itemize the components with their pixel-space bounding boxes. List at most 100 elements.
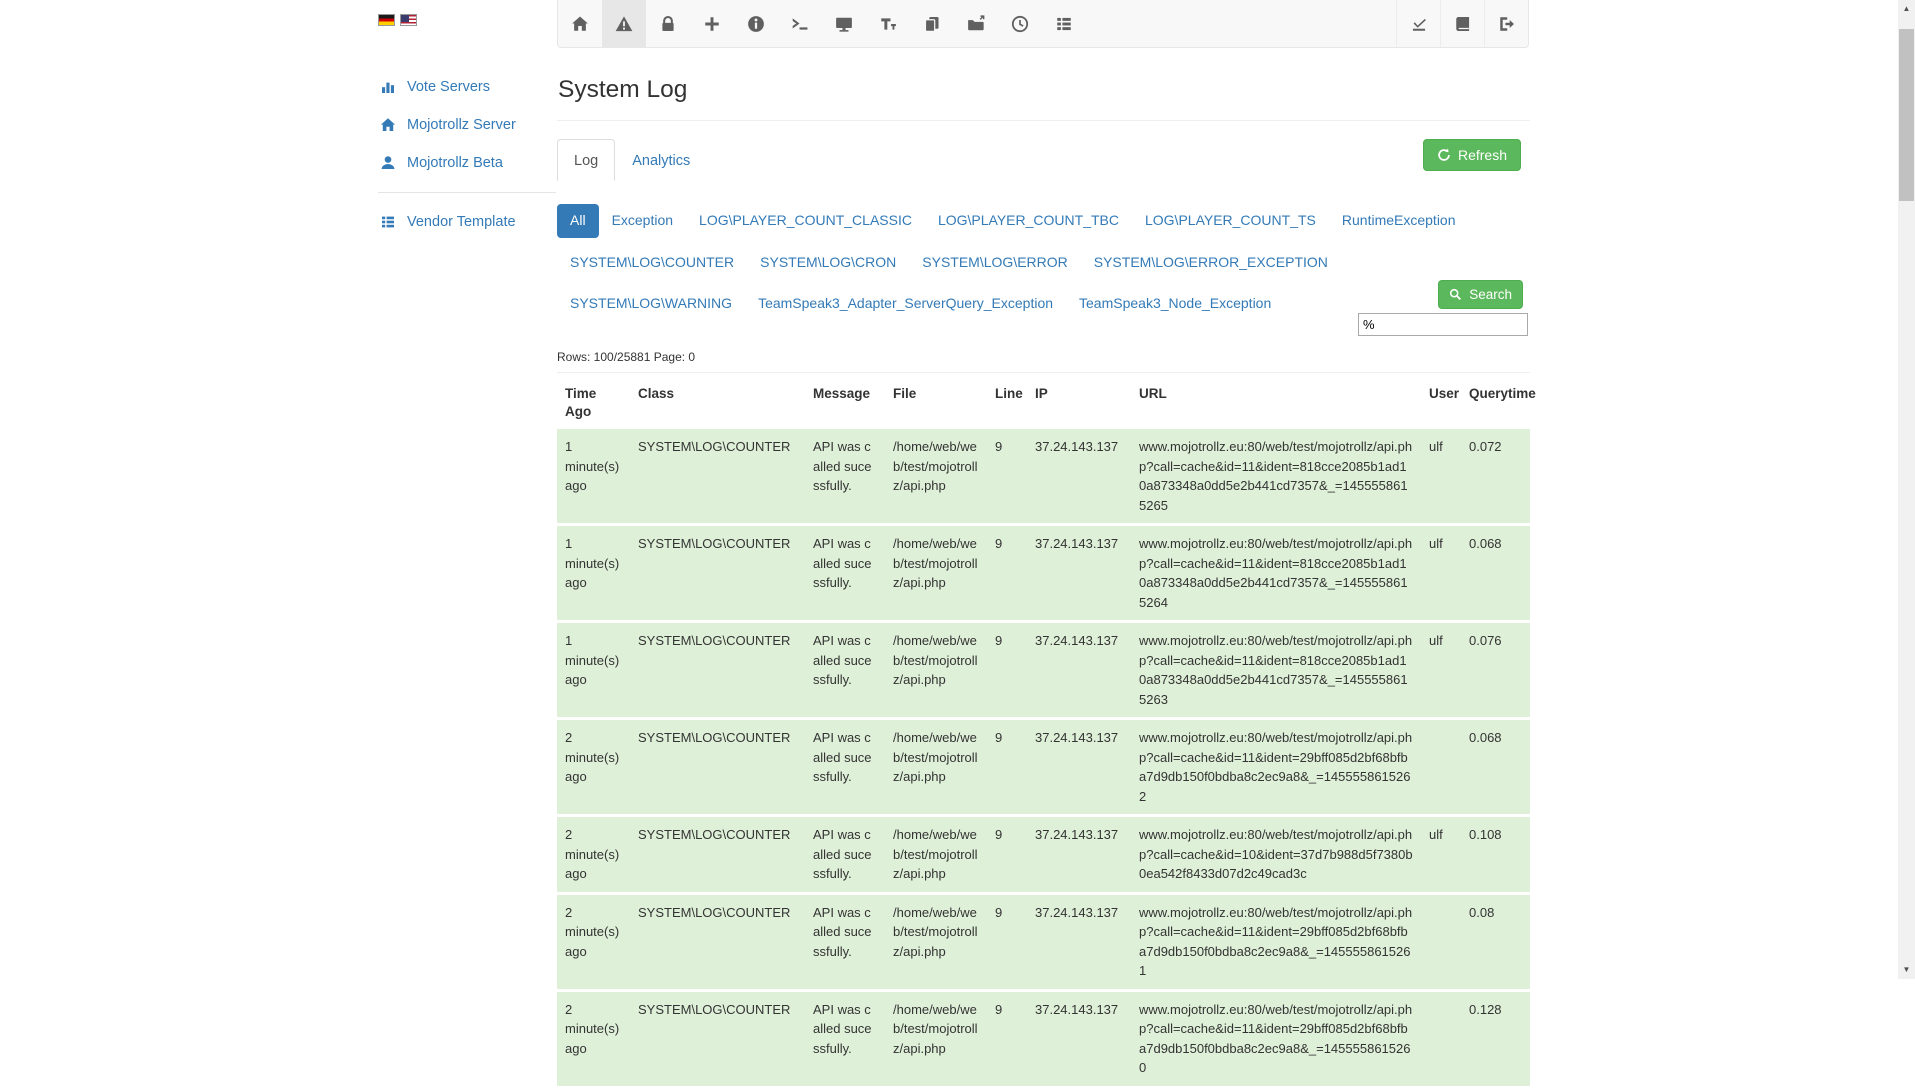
cell-class: SYSTEM\LOG\COUNTER [630, 895, 805, 989]
cell-line: 9 [987, 895, 1027, 989]
search-icon [1449, 288, 1462, 301]
tab-log[interactable]: Log [557, 139, 615, 181]
navbar-item-book[interactable] [1440, 0, 1484, 47]
navbar-item-home[interactable] [558, 0, 602, 47]
german-flag[interactable] [378, 14, 395, 26]
filter-system-log-error[interactable]: SYSTEM\LOG\ERROR [909, 246, 1080, 280]
filter-all[interactable]: All [557, 204, 599, 238]
navbar-item-history[interactable] [998, 0, 1042, 47]
scrollbar-thumb[interactable] [1899, 29, 1914, 201]
book-icon [1454, 15, 1472, 33]
cell-class: SYSTEM\LOG\COUNTER [630, 623, 805, 717]
cell-querytime: 0.128 [1461, 992, 1530, 1086]
cell-time_ago: 1 minute(s) ago [557, 526, 630, 620]
cell-ip: 37.24.143.137 [1027, 623, 1131, 717]
refresh-button-label: Refresh [1458, 147, 1507, 163]
cell-line: 9 [987, 623, 1027, 717]
column-header-line: Line [987, 379, 1027, 426]
filter-system-log-counter[interactable]: SYSTEM\LOG\COUNTER [557, 246, 747, 280]
warning-icon [615, 15, 633, 33]
filter-teamspeak3-node-exception[interactable]: TeamSpeak3_Node_Exception [1066, 287, 1284, 321]
cell-line: 9 [987, 817, 1027, 892]
cell-message: API was called sucessfully. [805, 817, 885, 892]
main-content: System Log Log Analytics Refresh AllExce… [557, 48, 1530, 1089]
cell-url: www.mojotrollz.eu:80/web/test/mojotrollz… [1131, 623, 1421, 717]
sidebar-item-label: Vote Servers [407, 79, 490, 95]
cell-message: API was called sucessfully. [805, 992, 885, 1086]
column-header-querytime: Querytime [1461, 379, 1530, 426]
cell-file: /home/web/web/test/mojotrollz/api.php [885, 992, 987, 1086]
vertical-scrollbar: ▲ ▼ [1898, 0, 1915, 979]
info-icon [747, 15, 765, 33]
table-divider [557, 372, 1530, 373]
navbar-item-text[interactable] [866, 0, 910, 47]
cell-url: www.mojotrollz.eu:80/web/test/mojotrollz… [1131, 895, 1421, 989]
tab-bar: Log Analytics Refresh [557, 139, 1530, 181]
folder-export-icon [967, 15, 985, 33]
navbar-item-logout[interactable] [1484, 0, 1528, 47]
us-flag[interactable] [400, 14, 417, 26]
filter-log-player-count-ts[interactable]: LOG\PLAYER_COUNT_TS [1132, 204, 1329, 238]
search-button-label: Search [1469, 287, 1512, 302]
cell-user [1421, 720, 1461, 814]
navbar-item-add[interactable] [690, 0, 734, 47]
filter-teamspeak3-adapter-serverquery-exception[interactable]: TeamSpeak3_Adapter_ServerQuery_Exception [745, 287, 1066, 321]
search-button[interactable]: Search [1438, 280, 1523, 309]
filter-system-log-cron[interactable]: SYSTEM\LOG\CRON [747, 246, 909, 280]
cell-querytime: 0.068 [1461, 526, 1530, 620]
filter-system-log-error-exception[interactable]: SYSTEM\LOG\ERROR_EXCEPTION [1081, 246, 1341, 280]
cell-line: 9 [987, 526, 1027, 620]
cell-querytime: 0.076 [1461, 623, 1530, 717]
navbar-item-folder[interactable] [954, 0, 998, 47]
cell-time_ago: 1 minute(s) ago [557, 429, 630, 523]
navbar-item-terminal[interactable] [778, 0, 822, 47]
filter-log-player-count-tbc[interactable]: LOG\PLAYER_COUNT_TBC [925, 204, 1132, 238]
cell-user: ulf [1421, 817, 1461, 892]
table-header-row: Time AgoClassMessageFileLineIPURLUserQue… [557, 379, 1530, 426]
cell-class: SYSTEM\LOG\COUNTER [630, 429, 805, 523]
cell-ip: 37.24.143.137 [1027, 817, 1131, 892]
cell-time_ago: 2 minute(s) ago [557, 817, 630, 892]
cell-url: www.mojotrollz.eu:80/web/test/mojotrollz… [1131, 992, 1421, 1086]
sidebar-item-mojotrollz-server[interactable]: Mojotrollz Server [378, 106, 556, 144]
column-header-file: File [885, 379, 987, 426]
lock-icon [659, 15, 677, 33]
terminal-icon [791, 15, 809, 33]
navbar-item-display[interactable] [822, 0, 866, 47]
navbar-item-files[interactable] [910, 0, 954, 47]
sidebar-divider [378, 192, 556, 193]
copy-icon [923, 15, 941, 33]
cell-url: www.mojotrollz.eu:80/web/test/mojotrollz… [1131, 720, 1421, 814]
navbar-item-system-log[interactable] [602, 0, 646, 47]
scrollbar-down-arrow[interactable]: ▼ [1898, 963, 1915, 977]
sidebar-item-mojotrollz-beta[interactable]: Mojotrollz Beta [378, 144, 556, 182]
cell-message: API was called sucessfully. [805, 623, 885, 717]
page-title: System Log [558, 76, 1530, 104]
filter-runtimeexception[interactable]: RuntimeException [1329, 204, 1469, 238]
desktop-icon [835, 15, 853, 33]
column-header-time_ago: Time Ago [557, 379, 630, 426]
home-icon [571, 15, 589, 33]
column-header-ip: IP [1027, 379, 1131, 426]
sidebar-item-vendor-template[interactable]: Vendor Template [378, 203, 556, 241]
scrollbar-up-arrow[interactable]: ▲ [1898, 2, 1915, 16]
filter-exception[interactable]: Exception [599, 204, 686, 238]
cell-class: SYSTEM\LOG\COUNTER [630, 992, 805, 1086]
cell-user [1421, 895, 1461, 989]
cell-time_ago: 2 minute(s) ago [557, 720, 630, 814]
tab-analytics[interactable]: Analytics [615, 139, 707, 181]
language-switcher [378, 14, 417, 26]
sidebar-item-label: Mojotrollz Beta [407, 155, 503, 171]
search-input[interactable] [1358, 313, 1528, 336]
filter-system-log-warning[interactable]: SYSTEM\LOG\WARNING [557, 287, 745, 321]
filter-log-player-count-classic[interactable]: LOG\PLAYER_COUNT_CLASSIC [686, 204, 925, 238]
cell-user: ulf [1421, 623, 1461, 717]
cell-user: ulf [1421, 526, 1461, 620]
navbar-item-info[interactable] [734, 0, 778, 47]
navbar-item-security[interactable] [646, 0, 690, 47]
navbar-item-download[interactable] [1396, 0, 1440, 47]
sidebar-item-label: Vendor Template [407, 214, 516, 230]
sidebar-item-vote-servers[interactable]: Vote Servers [378, 68, 556, 106]
refresh-button[interactable]: Refresh [1423, 139, 1521, 171]
navbar-item-list[interactable] [1042, 0, 1086, 47]
